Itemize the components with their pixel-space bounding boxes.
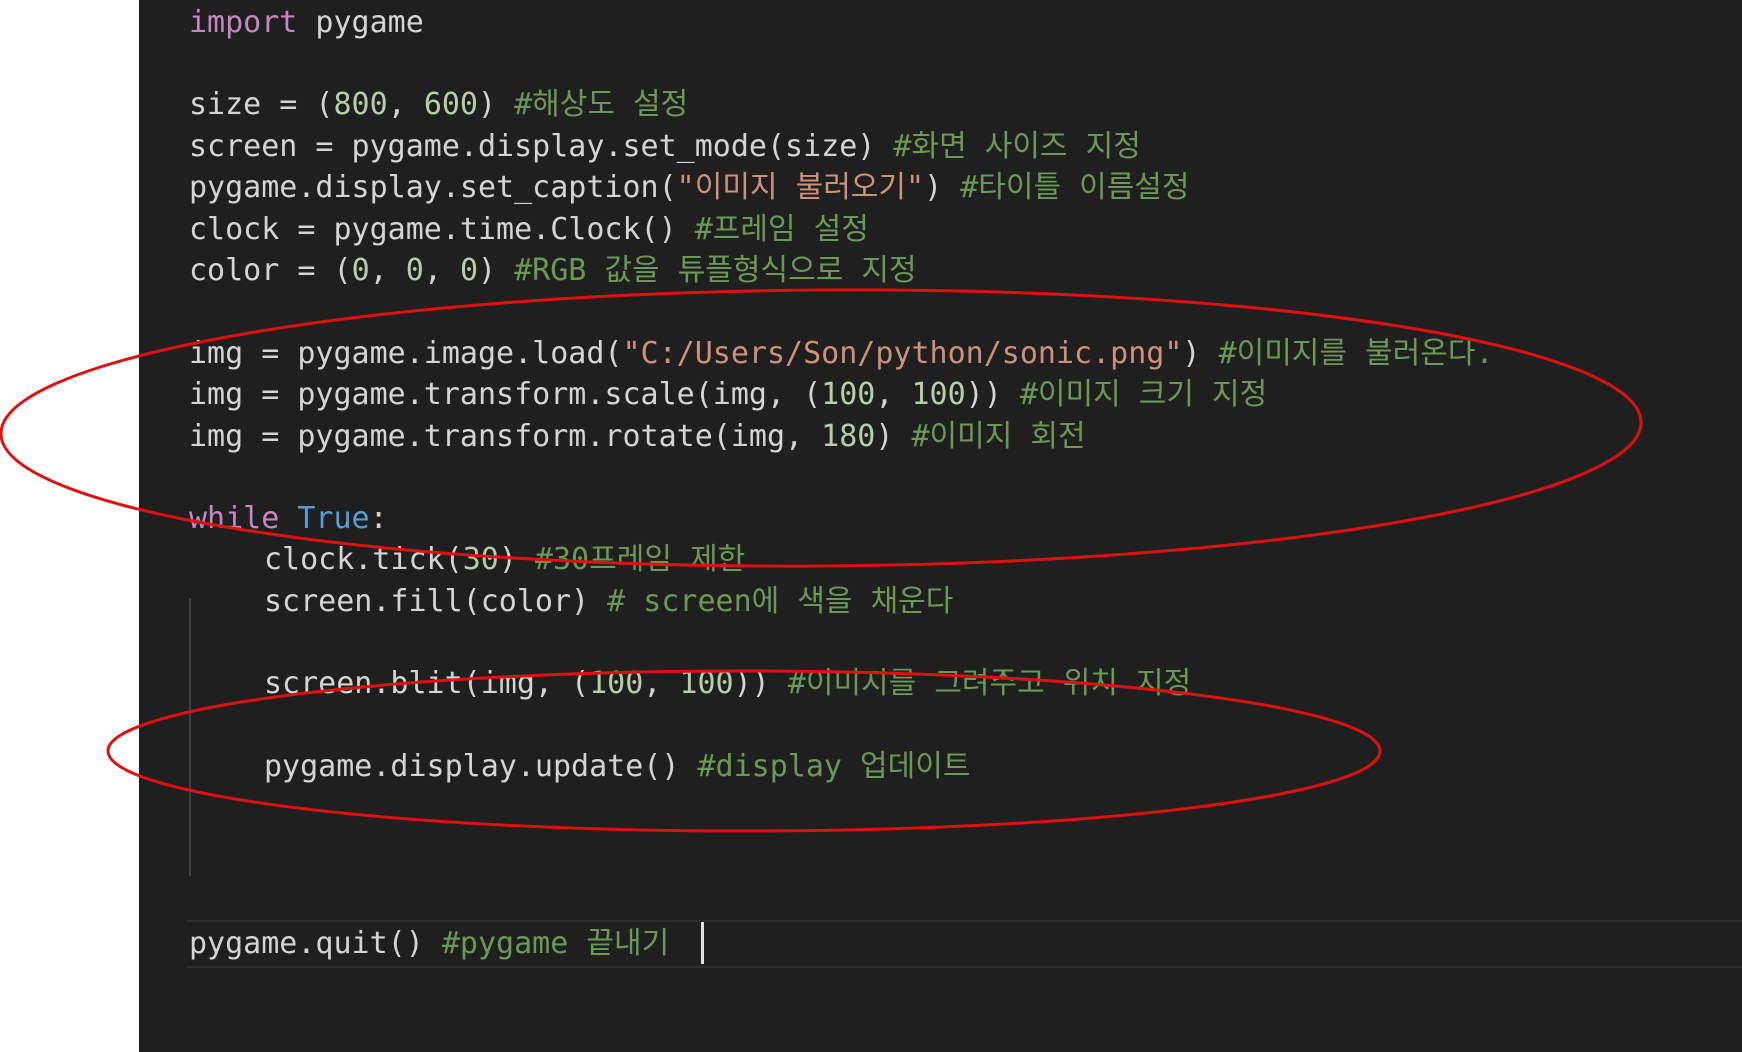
- number-token: 180: [821, 419, 876, 454]
- code-token: )): [965, 377, 1020, 412]
- code-token: ,: [369, 253, 406, 288]
- code-line-13: while True:: [189, 496, 388, 542]
- code-line-4: screen = pygame.display.set_mode(size) #…: [189, 124, 1141, 170]
- code-line-9: img = pygame.image.load("C:/Users/Son/py…: [189, 331, 1494, 377]
- code-token: ): [498, 542, 535, 577]
- code-editor[interactable]: import pygame size = (800, 600) #해상도 설정 …: [139, 0, 1742, 1052]
- comment-token: #해상도 설정: [514, 87, 689, 122]
- number-token: 600: [423, 87, 478, 122]
- code-line-10: img = pygame.transform.scale(img, (100, …: [189, 372, 1267, 418]
- code-token: ,: [875, 377, 912, 412]
- comment-token: #RGB 값을 튜플형식으로 지정: [514, 253, 917, 288]
- comment-token: #타이틀 이름설정: [960, 170, 1190, 205]
- code-line-15: screen.fill(color) # screen에 색을 채운다: [264, 579, 953, 625]
- comment-token: #이미지 회전: [911, 419, 1086, 454]
- comment-token: #pygame 끝내기: [441, 926, 670, 961]
- number-token: 100: [589, 666, 644, 701]
- comment-token: #이미지를 그려주고 위치 지정: [787, 666, 1192, 701]
- code-token: img = pygame.transform.scale(img, (: [189, 377, 822, 412]
- code-token: ,: [643, 666, 680, 701]
- code-token: :: [369, 501, 388, 536]
- code-line-11: img = pygame.transform.rotate(img, 180) …: [189, 414, 1086, 460]
- code-token: pygame: [297, 5, 424, 40]
- code-token: pygame.display.update(): [264, 749, 698, 784]
- comment-token: # screen에 색을 채운다: [607, 584, 954, 619]
- keyword-token: while: [189, 501, 280, 536]
- code-token: pygame.quit(): [189, 926, 442, 961]
- string-token: "이미지 불러오기": [676, 170, 925, 205]
- constant-token: True: [297, 501, 370, 536]
- code-line-19: pygame.display.update() #display 업데이트: [264, 744, 970, 790]
- number-token: 100: [821, 377, 876, 412]
- code-token: screen = pygame.display.set_mode(size): [189, 129, 894, 164]
- code-token: ): [478, 87, 515, 122]
- code-line-1: import pygame: [189, 0, 424, 46]
- code-token: pygame.display.set_caption(: [189, 170, 677, 205]
- code-token: clock.tick(: [264, 542, 463, 577]
- code-token: img = pygame.transform.rotate(img,: [189, 419, 822, 454]
- indent-guide: [189, 598, 191, 876]
- number-token: 0: [459, 253, 478, 288]
- code-token: )): [733, 666, 788, 701]
- code-line-21: pygame.quit() #pygame 끝내기: [189, 921, 669, 967]
- text-caret: [701, 922, 704, 964]
- code-line-3: size = (800, 600) #해상도 설정: [189, 82, 688, 128]
- code-token: ): [924, 170, 961, 205]
- code-line-7: color = (0, 0, 0) #RGB 값을 튜플형식으로 지정: [189, 248, 917, 294]
- comment-token: #프레임 설정: [694, 212, 869, 247]
- code-token: size = (: [189, 87, 334, 122]
- number-token: 800: [333, 87, 388, 122]
- comment-token: #display 업데이트: [697, 749, 971, 784]
- code-token: screen.fill(color): [264, 584, 608, 619]
- comment-token: #30프레임 제한: [534, 542, 746, 577]
- code-line-14: clock.tick(30) #30프레임 제한: [264, 537, 745, 583]
- code-token: ,: [423, 253, 460, 288]
- code-token: screen.blit(img, (: [264, 666, 590, 701]
- number-token: 100: [911, 377, 966, 412]
- code-token: img = pygame.image.load(: [189, 336, 623, 371]
- code-token: clock = pygame.time.Clock(): [189, 212, 695, 247]
- comment-token: #이미지 크기 지정: [1019, 377, 1268, 412]
- code-token: ): [1182, 336, 1219, 371]
- code-line-17: screen.blit(img, (100, 100)) #이미지를 그려주고 …: [264, 661, 1191, 707]
- number-token: 0: [405, 253, 424, 288]
- code-token: color = (: [189, 253, 352, 288]
- code-token: ,: [387, 87, 424, 122]
- number-token: 100: [679, 666, 734, 701]
- keyword-token: import: [189, 5, 298, 40]
- code-token: ): [875, 419, 912, 454]
- string-token: "C:/Users/Son/python/sonic.png": [622, 336, 1183, 371]
- code-line-6: clock = pygame.time.Clock() #프레임 설정: [189, 207, 869, 253]
- comment-token: #이미지를 불러온다.: [1218, 336, 1494, 371]
- code-line-5: pygame.display.set_caption("이미지 불러오기") #…: [189, 165, 1190, 211]
- comment-token: #화면 사이즈 지정: [893, 129, 1141, 164]
- number-token: 0: [351, 253, 370, 288]
- number-token: 30: [462, 542, 499, 577]
- code-token: ): [478, 253, 515, 288]
